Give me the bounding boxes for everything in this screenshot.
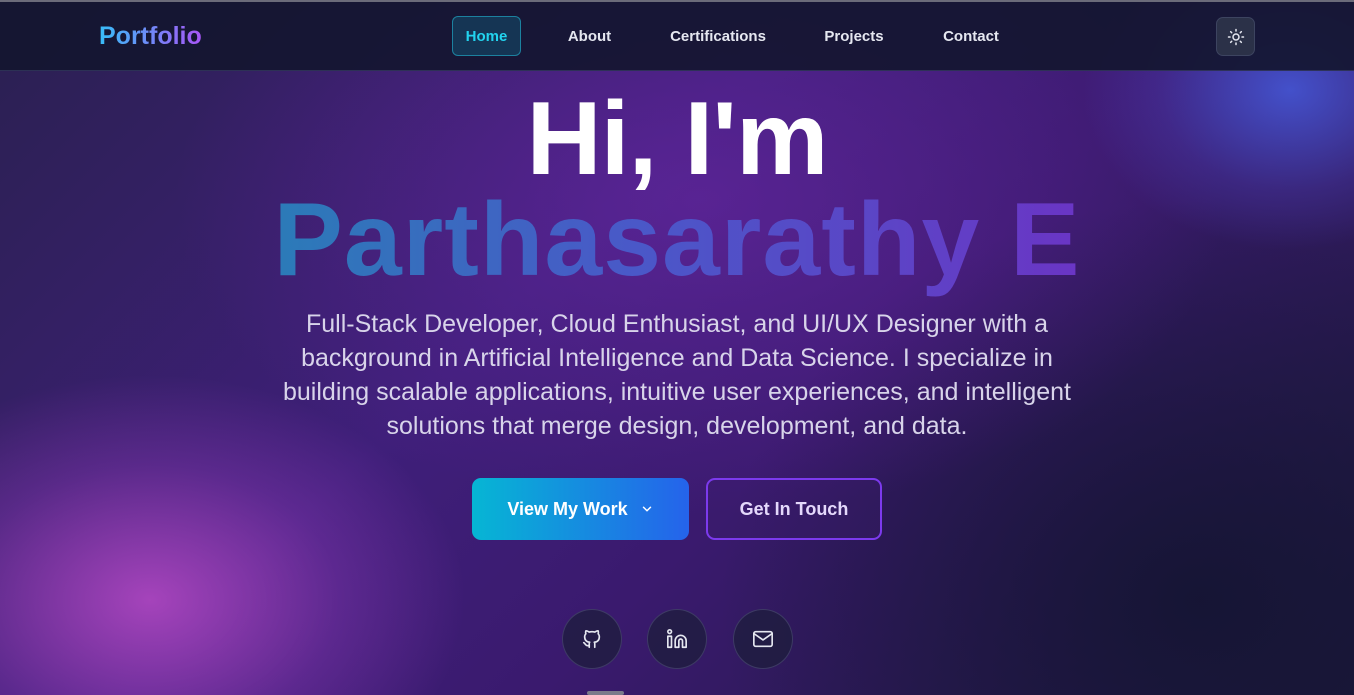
- view-my-work-button[interactable]: View My Work: [472, 478, 689, 540]
- linkedin-link[interactable]: [647, 609, 707, 669]
- scroll-indicator[interactable]: [587, 691, 624, 695]
- nav-item-home[interactable]: Home: [452, 16, 521, 56]
- nav-item-projects[interactable]: Projects: [814, 16, 894, 56]
- github-icon: [582, 629, 601, 649]
- github-link[interactable]: [562, 609, 622, 669]
- hero-description: Full-Stack Developer, Cloud Enthusiast, …: [283, 310, 1071, 440]
- sun-icon: [1227, 28, 1244, 45]
- site-logo[interactable]: Portfolio: [99, 22, 202, 51]
- linkedin-icon: [667, 629, 687, 649]
- view-my-work-label: View My Work: [507, 498, 628, 519]
- theme-toggle-button[interactable]: [1216, 17, 1255, 56]
- hero-greeting: Hi, I'm: [526, 81, 829, 197]
- navbar: Portfolio Home About Certifications Proj…: [0, 2, 1354, 71]
- mail-icon: [753, 630, 773, 648]
- hero-name-text: Parthasarathy E: [273, 182, 1081, 298]
- get-in-touch-button[interactable]: Get In Touch: [706, 478, 882, 540]
- nav-item-about[interactable]: About: [556, 16, 623, 56]
- nav-item-certifications[interactable]: Certifications: [658, 16, 778, 56]
- email-link[interactable]: [733, 609, 793, 669]
- hero-name: Parthasarathy E: [0, 183, 1354, 297]
- chevron-down-icon: [642, 506, 651, 512]
- nav-item-contact[interactable]: Contact: [931, 16, 1011, 56]
